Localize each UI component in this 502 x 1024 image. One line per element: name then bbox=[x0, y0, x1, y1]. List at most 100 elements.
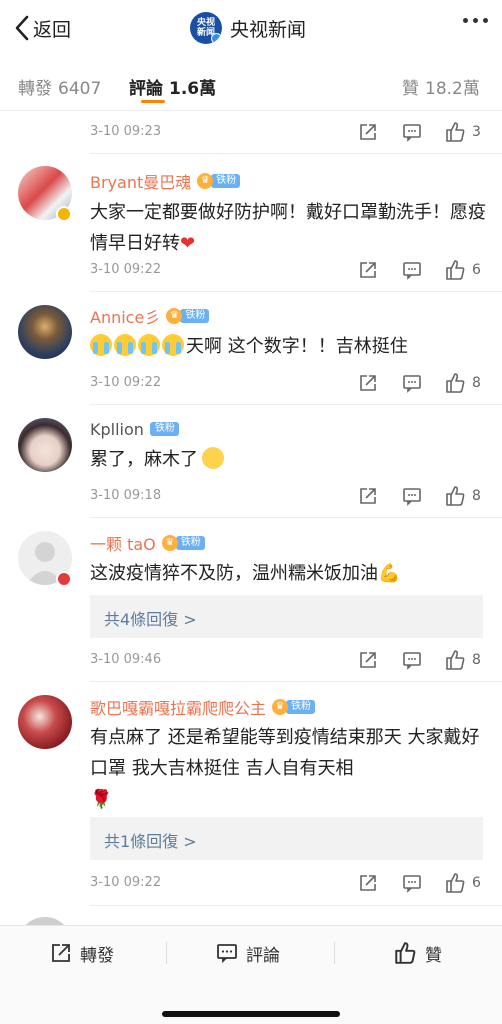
comment-divider bbox=[90, 905, 502, 906]
replies-link[interactable]: 共4條回復 > bbox=[90, 595, 483, 638]
fan-badge: ♛ 铁粉 bbox=[161, 535, 205, 551]
repost-button[interactable]: 轉發 bbox=[50, 940, 114, 966]
top-bar: 返回 央视新闻 央视新闻 bbox=[0, 0, 502, 56]
comment-actions: 3-10 09:22 6 bbox=[90, 258, 486, 282]
active-tab-indicator bbox=[141, 100, 165, 103]
like-button[interactable]: 8 bbox=[444, 648, 481, 672]
fan-badge-label: 铁粉 bbox=[286, 700, 316, 714]
page-title: 央视新闻 bbox=[230, 18, 307, 41]
comment-text: 天啊 这个数字！！吉林挺住 bbox=[90, 331, 486, 362]
repost-label: 轉發 bbox=[80, 945, 114, 966]
share-icon[interactable] bbox=[358, 120, 378, 144]
flexed-arm-icon: 💪 bbox=[378, 563, 401, 584]
like-label: 贊 bbox=[425, 945, 442, 966]
like-count: 3 bbox=[472, 124, 481, 140]
comment-body: 有点麻了 还是希望能等到疫情结束那天 大家戴好口罩 我大吉林挺住 吉人自有天相 bbox=[90, 727, 480, 779]
comment-time: 3-10 09:22 bbox=[90, 375, 162, 390]
share-icon[interactable] bbox=[358, 648, 378, 672]
comment-actions: 3-10 09:23 3 bbox=[90, 120, 486, 144]
tab-repost-label: 轉發 bbox=[18, 79, 52, 99]
repost-icon bbox=[52, 944, 70, 962]
comment-list[interactable]: 3-10 09:23 3 Bryant曼巴魂 ♛ 铁粉 大家一定都要做好防护啊！戴… bbox=[0, 111, 502, 925]
like-post-button[interactable]: 贊 bbox=[393, 940, 442, 966]
like-button[interactable]: 8 bbox=[444, 484, 481, 508]
replies-link-text: 共4條回復 > bbox=[104, 610, 197, 629]
like-button[interactable]: 6 bbox=[444, 871, 481, 895]
comment-divider bbox=[90, 517, 502, 518]
comment-label: 評論 bbox=[246, 945, 280, 966]
like-count: 8 bbox=[472, 652, 481, 668]
comment-divider bbox=[90, 681, 502, 682]
comment-divider bbox=[90, 404, 502, 405]
username[interactable]: Kpllion bbox=[90, 420, 144, 439]
thumbs-up-icon bbox=[446, 486, 465, 506]
comment-text: 这波疫情猝不及防，温州糯米饭加油💪 bbox=[90, 558, 486, 589]
comment-actions: 3-10 09:18 8 bbox=[90, 484, 486, 508]
fan-badge-label: 铁粉 bbox=[175, 536, 205, 550]
avatar[interactable] bbox=[18, 305, 72, 359]
tab-repost[interactable]: 轉發 6407 bbox=[18, 74, 101, 99]
comment-divider bbox=[90, 291, 502, 292]
tab-comments[interactable]: 評論 1.6萬 bbox=[129, 74, 216, 99]
comment-header: Kpllion 铁粉 bbox=[90, 418, 179, 440]
thumbs-up-icon bbox=[446, 122, 465, 142]
crying-emoji-icon bbox=[90, 334, 112, 356]
avatar[interactable] bbox=[18, 695, 72, 749]
like-count: 8 bbox=[472, 375, 481, 391]
like-button[interactable]: 6 bbox=[444, 258, 481, 282]
tab-likes[interactable]: 贊 18.2萬 bbox=[402, 74, 480, 99]
comment-button[interactable]: 評論 bbox=[216, 940, 280, 966]
like-button[interactable]: 8 bbox=[444, 371, 481, 395]
comment-time: 3-10 09:46 bbox=[90, 652, 162, 667]
comment-header: Bryant曼巴魂 ♛ 铁粉 bbox=[90, 169, 241, 193]
bottom-action-bar: 轉發 評論 贊 bbox=[0, 925, 502, 1024]
comment-header: 一颗 taO ♛ 铁粉 bbox=[90, 532, 205, 554]
reply-icon[interactable] bbox=[402, 871, 422, 895]
home-indicator bbox=[162, 1011, 340, 1017]
tab-repost-count: 6407 bbox=[58, 79, 102, 99]
username[interactable]: Bryant曼巴魂 bbox=[90, 169, 191, 193]
share-icon[interactable] bbox=[358, 871, 378, 895]
separator bbox=[166, 942, 167, 964]
reply-icon[interactable] bbox=[402, 258, 422, 282]
share-icon[interactable] bbox=[358, 258, 378, 282]
reply-icon[interactable] bbox=[402, 120, 422, 144]
username[interactable]: Annice彡 bbox=[90, 304, 160, 328]
reply-icon[interactable] bbox=[402, 484, 422, 508]
reply-icon[interactable] bbox=[402, 648, 422, 672]
replies-link-text: 共1條回復 > bbox=[104, 832, 197, 851]
thumbs-up-icon bbox=[446, 260, 465, 280]
more-options-icon[interactable] bbox=[463, 18, 488, 23]
separator bbox=[334, 942, 335, 964]
fan-badge-label: 铁粉 bbox=[211, 174, 241, 188]
replies-link[interactable]: 共1條回復 > bbox=[90, 817, 483, 860]
crying-emoji-icon bbox=[162, 334, 184, 356]
reply-icon[interactable] bbox=[402, 371, 422, 395]
share-icon[interactable] bbox=[358, 484, 378, 508]
thumbs-up-icon bbox=[446, 373, 465, 393]
back-button[interactable]: 返回 bbox=[14, 14, 71, 42]
crown-icon: ♛ bbox=[272, 699, 289, 715]
comment-body: 这波疫情猝不及防，温州糯米饭加油 bbox=[90, 563, 378, 584]
crying-emoji-icon bbox=[138, 334, 160, 356]
cctv-news-logo: 央视新闻 bbox=[190, 12, 222, 44]
verified-badge-icon bbox=[56, 206, 72, 222]
comment-time: 3-10 09:18 bbox=[90, 488, 162, 503]
username[interactable]: 一颗 taO bbox=[90, 531, 156, 555]
username[interactable]: 歌巴嘎霸嘎拉霸爬爬公主 bbox=[90, 695, 266, 719]
avatar[interactable] bbox=[18, 418, 72, 472]
account-title[interactable]: 央视新闻 央视新闻 bbox=[190, 12, 306, 44]
avatar[interactable] bbox=[18, 917, 72, 925]
verified-badge-icon bbox=[211, 33, 222, 44]
like-button[interactable]: 3 bbox=[444, 120, 481, 144]
thumbs-up-icon bbox=[446, 650, 465, 670]
back-label: 返回 bbox=[33, 18, 72, 41]
share-icon[interactable] bbox=[358, 371, 378, 395]
fan-badge: 铁粉 bbox=[149, 421, 179, 437]
fan-badge-label: 铁粉 bbox=[180, 309, 210, 323]
comment-body: 大家一定都要做好防护啊！戴好口罩勤洗手！愿疫情早日好转 bbox=[90, 202, 486, 254]
crown-icon: ♛ bbox=[161, 535, 178, 551]
like-count: 6 bbox=[472, 875, 481, 891]
tab-comments-count: 1.6萬 bbox=[169, 79, 217, 99]
badge-icon bbox=[56, 571, 72, 587]
